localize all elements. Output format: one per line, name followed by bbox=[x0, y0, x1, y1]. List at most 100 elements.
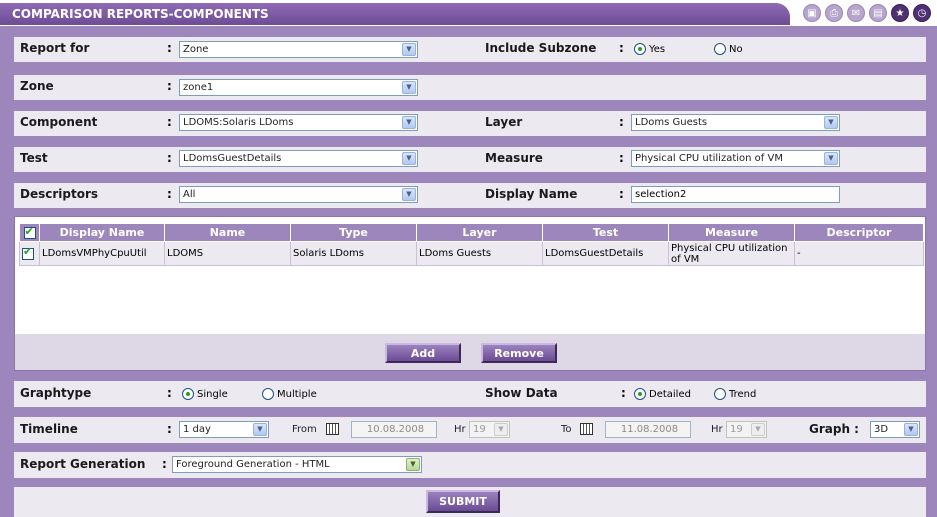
timeline-select[interactable]: 1 day ▼ bbox=[179, 421, 269, 438]
colon: : bbox=[619, 115, 624, 129]
add-button[interactable]: Add bbox=[385, 343, 461, 363]
graphtype-single-radio[interactable]: Single bbox=[182, 388, 228, 400]
graph-select[interactable]: 3D ▼ bbox=[870, 421, 920, 438]
row-timeline: Timeline : 1 day ▼ From 10.08.2008 Hr 19… bbox=[14, 417, 926, 443]
cell-layer: LDoms Guests bbox=[416, 241, 543, 266]
select-all-header bbox=[19, 223, 40, 242]
row-report-for: Report for : Zone ▼ Include Subzone : Ye… bbox=[14, 37, 926, 62]
subzone-yes-radio[interactable]: Yes bbox=[634, 43, 665, 55]
component-select[interactable]: LDOMS:Solaris LDoms ▼ bbox=[179, 114, 418, 131]
db-icon[interactable]: ▤ bbox=[869, 4, 887, 22]
colon: : bbox=[619, 151, 624, 165]
radio-unselected-icon bbox=[714, 388, 726, 400]
remove-button[interactable]: Remove bbox=[481, 343, 557, 363]
show-data-label: Show Data bbox=[485, 386, 558, 400]
table-footer: Add Remove bbox=[15, 334, 925, 370]
to-hr-label: Hr bbox=[711, 424, 723, 435]
row-test: Test : LDomsGuestDetails ▼ Measure : Phy… bbox=[14, 147, 926, 172]
timeline-label: Timeline bbox=[20, 422, 78, 436]
star-icon[interactable]: ★ bbox=[891, 4, 909, 22]
row-component: Component : LDOMS:Solaris LDoms ▼ Layer … bbox=[14, 111, 926, 136]
graph-label: Graph : bbox=[809, 422, 859, 436]
report-for-value: Zone bbox=[183, 44, 209, 55]
calendar-icon[interactable] bbox=[326, 423, 339, 435]
select-all-checkbox[interactable] bbox=[23, 225, 36, 239]
cell-descriptor: - bbox=[794, 241, 924, 266]
show-data-trend-label: Trend bbox=[729, 388, 757, 400]
title-icons: ▣ ⎙ ✉ ▤ ★ ◷ bbox=[803, 4, 931, 22]
descriptors-value: All bbox=[183, 189, 196, 200]
clock-icon[interactable]: ◷ bbox=[913, 4, 931, 22]
descriptors-select[interactable]: All ▼ bbox=[179, 186, 418, 203]
graphtype-multiple-label: Multiple bbox=[277, 388, 317, 400]
radio-unselected-icon bbox=[714, 43, 726, 55]
colon: : bbox=[619, 41, 624, 55]
save-icon[interactable]: ▣ bbox=[803, 4, 821, 22]
table-row[interactable]: LDomsVMPhyCpuUtil LDOMS Solaris LDoms LD… bbox=[19, 241, 924, 266]
calendar-icon[interactable] bbox=[580, 423, 593, 435]
col-layer: Layer bbox=[416, 223, 543, 242]
zone-select[interactable]: zone1 ▼ bbox=[179, 79, 418, 96]
selection-table-area: Display Name Name Type Layer Test Measur… bbox=[14, 216, 926, 371]
to-hr-value: 19 bbox=[730, 424, 743, 435]
table-header-row: Display Name Name Type Layer Test Measur… bbox=[19, 223, 924, 242]
from-date-input[interactable]: 10.08.2008 bbox=[351, 421, 437, 438]
row-checkbox[interactable] bbox=[22, 246, 34, 260]
test-select[interactable]: LDomsGuestDetails ▼ bbox=[179, 150, 418, 167]
show-data-detailed-label: Detailed bbox=[649, 388, 691, 400]
row-report-generation: Report Generation : Foreground Generatio… bbox=[14, 452, 926, 478]
radio-selected-icon bbox=[182, 388, 194, 400]
report-generation-value: Foreground Generation - HTML bbox=[176, 459, 330, 470]
title-tab: COMPARISON REPORTS-COMPONENTS bbox=[0, 3, 790, 25]
report-for-select[interactable]: Zone ▼ bbox=[179, 41, 418, 58]
colon: : bbox=[167, 422, 172, 436]
to-label: To bbox=[561, 424, 572, 435]
submit-strip: SUBMIT bbox=[14, 487, 926, 517]
display-name-label: Display Name bbox=[485, 187, 578, 201]
subzone-no-label: No bbox=[729, 43, 743, 55]
show-data-trend-radio[interactable]: Trend bbox=[714, 388, 756, 400]
test-value: LDomsGuestDetails bbox=[183, 153, 282, 164]
col-type: Type bbox=[290, 223, 417, 242]
colon: : bbox=[167, 79, 172, 93]
chevron-down-icon: ▼ bbox=[402, 188, 416, 201]
subzone-yes-label: Yes bbox=[649, 43, 666, 55]
print-icon[interactable]: ⎙ bbox=[825, 4, 843, 22]
report-generation-label: Report Generation bbox=[20, 457, 146, 471]
measure-select[interactable]: Physical CPU utilization of VM ▼ bbox=[631, 150, 840, 167]
subzone-no-radio[interactable]: No bbox=[714, 43, 743, 55]
graphtype-single-label: Single bbox=[197, 388, 228, 400]
chevron-down-icon: ▼ bbox=[751, 423, 765, 436]
report-generation-select[interactable]: Foreground Generation - HTML ▼ bbox=[172, 456, 422, 473]
row-zone: Zone : zone1 ▼ bbox=[14, 75, 926, 100]
measure-label: Measure bbox=[485, 151, 543, 165]
submit-button[interactable]: SUBMIT bbox=[426, 490, 500, 513]
to-date-input[interactable]: 11.08.2008 bbox=[605, 421, 691, 438]
mail-icon[interactable]: ✉ bbox=[847, 4, 865, 22]
chevron-down-icon: ▼ bbox=[402, 152, 416, 165]
layer-value: LDoms Guests bbox=[635, 117, 708, 128]
zone-label: Zone bbox=[20, 79, 54, 93]
include-subzone-label: Include Subzone bbox=[485, 41, 597, 55]
chevron-down-icon: ▼ bbox=[402, 116, 416, 129]
graphtype-label: Graphtype bbox=[20, 386, 92, 400]
selection-table: Display Name Name Type Layer Test Measur… bbox=[19, 223, 924, 266]
cell-display-name: LDomsVMPhyCpuUtil bbox=[39, 241, 165, 266]
from-hr-select[interactable]: 19 ▼ bbox=[469, 421, 510, 438]
col-descriptor: Descriptor bbox=[794, 223, 924, 242]
colon: : bbox=[167, 386, 172, 400]
component-value: LDOMS:Solaris LDoms bbox=[183, 117, 294, 128]
layer-label: Layer bbox=[485, 115, 523, 129]
layer-select[interactable]: LDoms Guests ▼ bbox=[631, 114, 840, 131]
col-test: Test bbox=[542, 223, 669, 242]
chevron-down-icon: ▼ bbox=[253, 423, 267, 436]
row-graphtype: Graphtype : Single Multiple Show Data : … bbox=[14, 381, 926, 407]
colon: : bbox=[162, 457, 167, 471]
show-data-detailed-radio[interactable]: Detailed bbox=[634, 388, 691, 400]
display-name-input[interactable]: selection2 bbox=[631, 186, 840, 203]
cell-name: LDOMS bbox=[164, 241, 291, 266]
to-hr-select[interactable]: 19 ▼ bbox=[726, 421, 767, 438]
graphtype-multiple-radio[interactable]: Multiple bbox=[262, 388, 317, 400]
colon: : bbox=[167, 187, 172, 201]
colon: : bbox=[621, 386, 626, 400]
